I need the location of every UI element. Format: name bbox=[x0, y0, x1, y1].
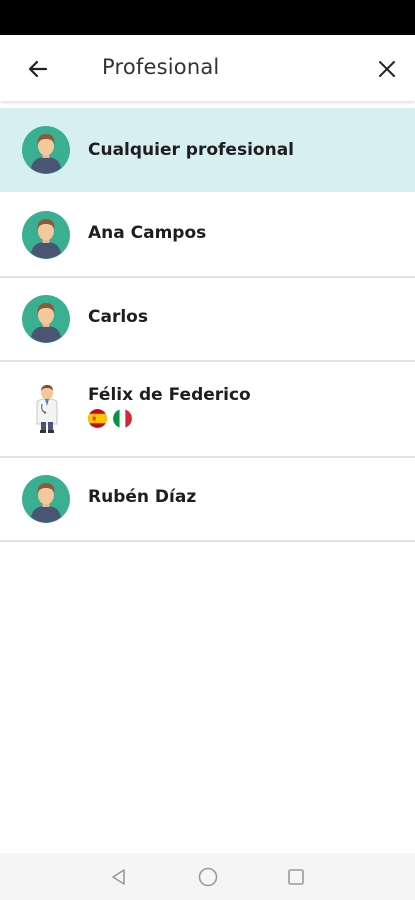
circle-home-icon bbox=[198, 867, 218, 887]
triangle-back-icon bbox=[112, 869, 125, 885]
professional-row[interactable]: Carlos bbox=[0, 278, 415, 362]
professional-row-any[interactable]: Cualquier profesional bbox=[0, 108, 415, 194]
close-icon bbox=[379, 61, 395, 77]
professional-name: Carlos bbox=[88, 307, 148, 327]
professional-row[interactable]: Félix de Federico bbox=[0, 362, 415, 458]
italy-flag-icon bbox=[113, 409, 132, 428]
status-bar bbox=[0, 0, 415, 35]
nav-back-button[interactable] bbox=[107, 865, 131, 889]
professional-name: Ana Campos bbox=[88, 223, 207, 243]
avatar-icon bbox=[22, 211, 70, 259]
app-header: Profesional bbox=[0, 35, 415, 101]
close-button[interactable] bbox=[369, 51, 405, 87]
arrow-left-icon bbox=[28, 60, 48, 78]
avatar-icon bbox=[22, 126, 70, 174]
page-title: Profesional bbox=[102, 55, 220, 79]
avatar-icon bbox=[22, 295, 70, 343]
spain-flag-icon bbox=[88, 409, 107, 428]
professional-row[interactable]: Rubén Díaz bbox=[0, 458, 415, 542]
doctor-icon bbox=[36, 385, 58, 433]
nav-home-button[interactable] bbox=[196, 865, 220, 889]
professional-name: Félix de Federico bbox=[88, 385, 251, 405]
nav-recents-button[interactable] bbox=[284, 865, 308, 889]
professional-list: Cualquier profesional Ana Campos Carlos bbox=[0, 108, 415, 542]
language-flags bbox=[88, 409, 132, 428]
professional-name: Cualquier profesional bbox=[88, 140, 294, 160]
professional-row[interactable]: Ana Campos bbox=[0, 194, 415, 278]
professional-name: Rubén Díaz bbox=[88, 487, 197, 507]
system-nav-bar bbox=[0, 853, 415, 900]
avatar-icon bbox=[22, 475, 70, 523]
back-button[interactable] bbox=[20, 51, 56, 87]
square-recents-icon bbox=[288, 869, 304, 885]
